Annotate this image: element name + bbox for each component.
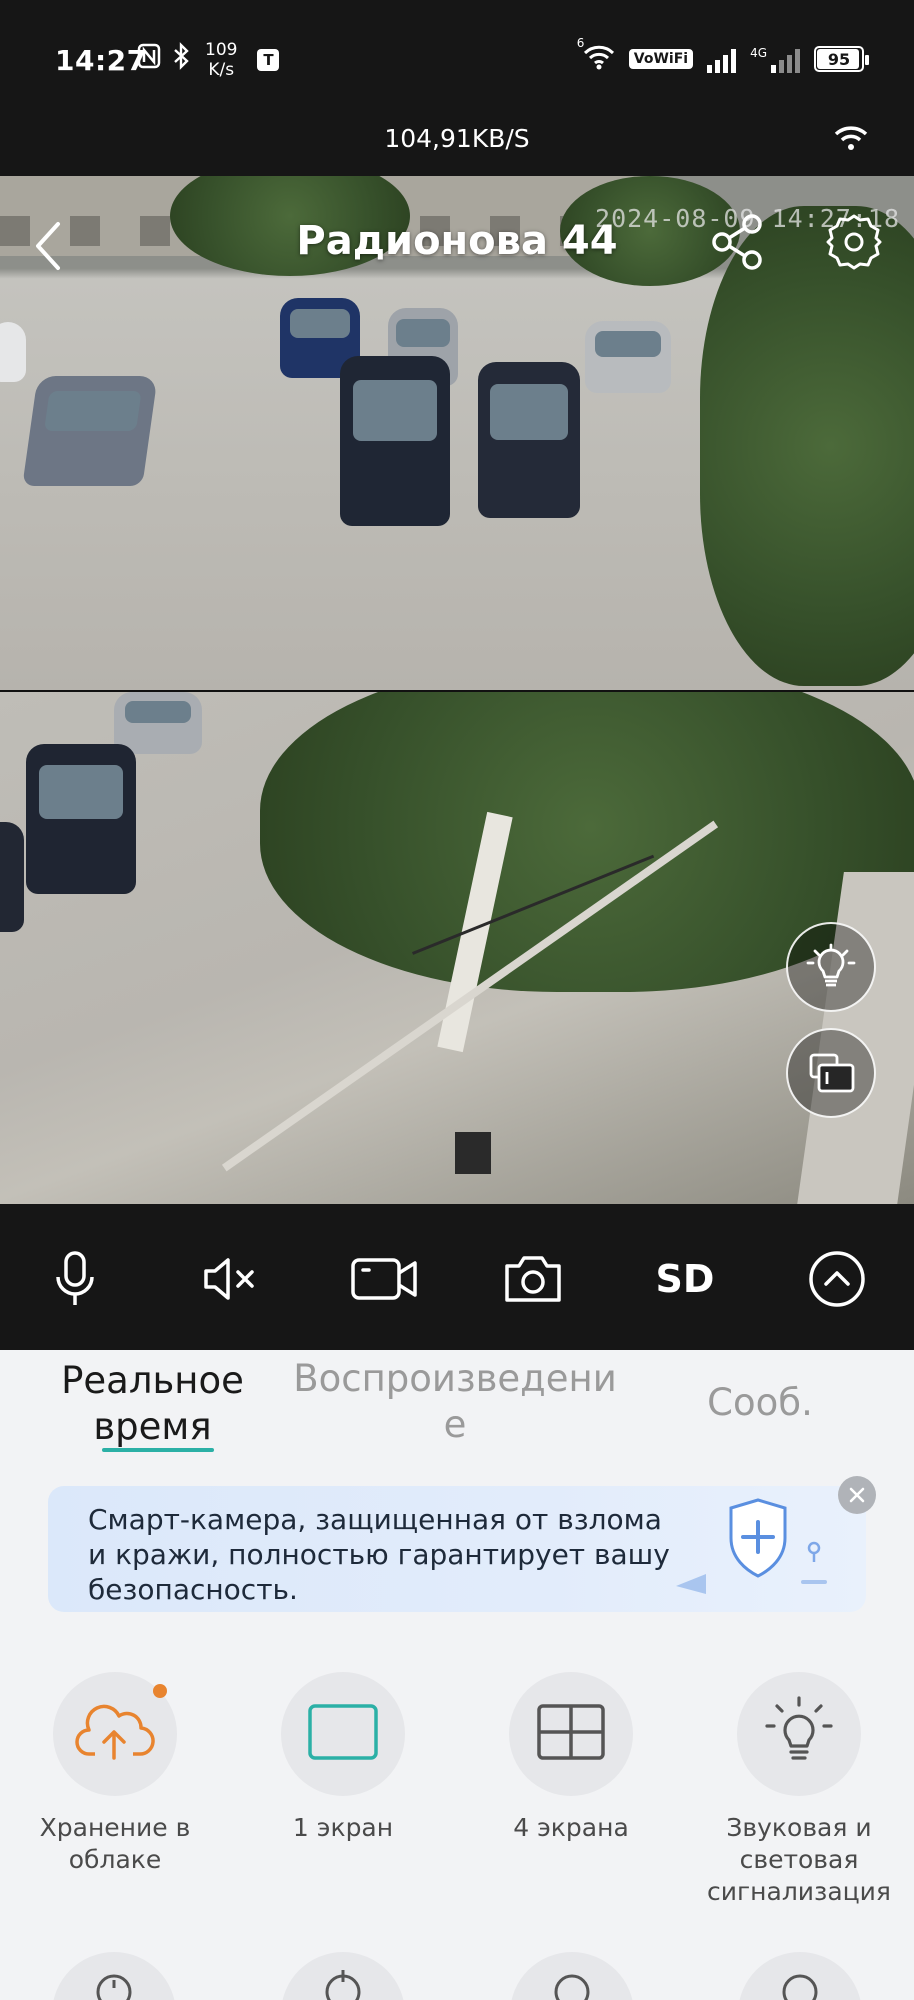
net-speed-unit: K/s — [208, 60, 235, 80]
feature-sound-light-alarm[interactable]: Звуковая и световая сигнализация — [684, 1672, 914, 1908]
quality-label: SD — [655, 1257, 715, 1301]
car — [340, 356, 450, 526]
nfc-icon — [137, 43, 161, 78]
battery-icon: 95 — [814, 46, 869, 72]
promo-banner[interactable]: Смарт-камера, защищенная от взлома и кра… — [48, 1486, 866, 1612]
layout-switch-button[interactable] — [786, 1028, 876, 1118]
car — [0, 822, 24, 932]
feature-circle[interactable] — [510, 1952, 634, 2000]
feature-label: 4 экрана — [513, 1813, 629, 1842]
camera-view-2[interactable] — [0, 692, 914, 1204]
signal-icon-2 — [771, 45, 800, 73]
camera-name-title: Радионова 44 — [296, 218, 618, 264]
microphone-button[interactable] — [40, 1244, 110, 1314]
feature-circle — [281, 1672, 405, 1796]
mute-button[interactable] — [195, 1244, 265, 1314]
settings-button[interactable] — [824, 212, 884, 276]
car — [585, 321, 671, 393]
bluetooth-icon — [171, 41, 191, 79]
shield-icon — [666, 1494, 836, 1608]
feature-circle[interactable] — [281, 1952, 405, 2000]
status-icons-left: 109 K/s T — [137, 40, 280, 80]
feature-grid: Хранение в облаке 1 экран 4 экрана Звуко… — [0, 1672, 914, 1906]
feature-grid-row-2 — [0, 1952, 914, 2000]
tab-playback[interactable]: Воспроизведение — [290, 1356, 620, 1448]
car — [478, 362, 580, 518]
view-tabs: Реальное время Воспроизведение Сооб. — [0, 1350, 914, 1470]
status-bar: 14:27 109 K/s T 6 VoWiFi 4G 95 — [0, 0, 914, 120]
share-button[interactable] — [710, 212, 770, 276]
feature-label: 1 экран — [292, 1813, 394, 1842]
alarm-light-icon — [759, 1694, 839, 1774]
tab-messages[interactable]: Сооб. — [660, 1380, 860, 1426]
wifi-status-icon: 6 — [577, 36, 615, 74]
stream-info-bar: 104,91KB/S — [0, 120, 914, 176]
feature-label: Звуковая и световая сигнализация — [707, 1813, 891, 1906]
wifi-sub-label: 6 — [576, 36, 585, 50]
feature-circle — [737, 1672, 861, 1796]
record-video-button[interactable] — [344, 1244, 424, 1314]
battery-level: 95 — [827, 49, 851, 69]
notification-icon: T — [257, 49, 280, 71]
lte-label: 4G — [750, 46, 767, 60]
trash-bin — [455, 1132, 491, 1174]
car — [26, 744, 136, 894]
wifi-icon — [834, 124, 868, 156]
net-speed: 109 K/s — [205, 40, 237, 80]
cloud-upload-icon — [73, 1702, 157, 1766]
vowifi-badge: VoWiFi — [628, 49, 694, 69]
stream-speed: 104,91KB/S — [384, 124, 530, 153]
feature-cloud-storage[interactable]: Хранение в облаке — [0, 1672, 230, 1876]
new-badge-dot — [153, 1684, 167, 1698]
feature-circle — [509, 1672, 633, 1796]
car — [22, 376, 158, 486]
expand-controls-button[interactable] — [802, 1244, 872, 1314]
status-time: 14:27 — [55, 44, 147, 77]
single-screen-icon — [307, 1703, 379, 1765]
tab-realtime[interactable]: Реальное время — [40, 1358, 265, 1450]
feature-circle[interactable] — [738, 1952, 862, 2000]
feature-label: Хранение в облаке — [39, 1813, 191, 1874]
status-icons-right: 6 VoWiFi 4G 95 — [577, 36, 869, 74]
car — [114, 692, 202, 754]
close-banner-button[interactable] — [838, 1476, 876, 1514]
live-video-view[interactable]: 2024-08-09 14:27:18 Радионова 44 — [0, 176, 914, 1204]
screenshot-button[interactable] — [498, 1244, 568, 1314]
light-toggle-button[interactable] — [786, 922, 876, 1012]
feature-single-screen[interactable]: 1 экран — [228, 1672, 458, 1844]
feature-circle[interactable] — [52, 1952, 176, 2000]
active-tab-indicator — [102, 1448, 214, 1452]
video-controls-bar: SD — [0, 1204, 914, 1350]
car — [0, 322, 26, 382]
quad-screen-icon — [536, 1703, 606, 1765]
video-header: Радионова 44 — [0, 176, 914, 296]
feature-quad-screen[interactable]: 4 экрана — [456, 1672, 686, 1844]
promo-banner-text: Смарт-камера, защищенная от взлома и кра… — [88, 1503, 670, 1606]
net-speed-value: 109 — [205, 40, 238, 60]
quality-toggle-button[interactable]: SD — [650, 1244, 720, 1314]
signal-icon — [707, 45, 737, 73]
feature-circle — [53, 1672, 177, 1796]
